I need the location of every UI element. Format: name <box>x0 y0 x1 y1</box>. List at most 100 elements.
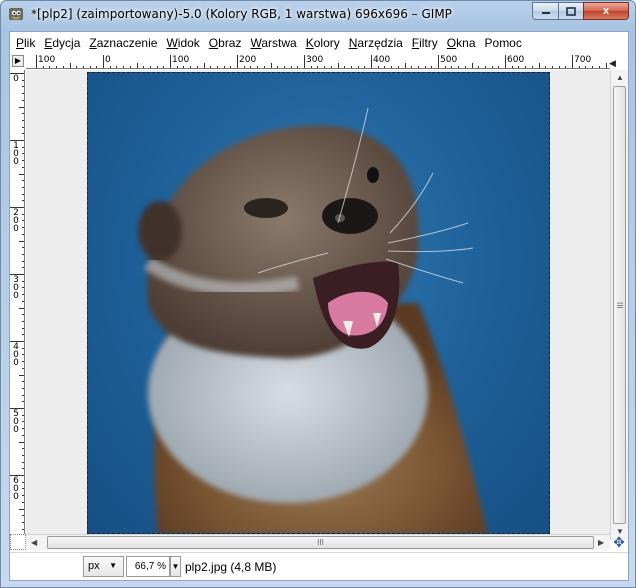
image-menu-button[interactable]: ▶ <box>12 55 24 67</box>
ruler-minor-tick <box>19 441 24 443</box>
ruler-minor-tick <box>22 113 24 115</box>
horizontal-scrollbar[interactable]: ◀ III ▶ <box>26 534 610 550</box>
ruler-label: 300 <box>306 55 324 65</box>
maximize-button[interactable] <box>558 2 584 20</box>
ruler-minor-tick <box>42 66 44 68</box>
vertical-ruler[interactable]: 0 100 200 300 400 500 600 <box>10 70 25 540</box>
gimp-window: *[plp2] (zaimportowany)-5.0 (Kolory RGB,… <box>0 0 636 588</box>
vertical-scroll-thumb[interactable]: III <box>613 86 626 524</box>
minimize-icon <box>541 12 550 14</box>
ruler-minor-tick <box>585 66 587 68</box>
ruler-minor-tick <box>310 66 312 68</box>
navigate-button[interactable]: ✥ <box>610 534 628 550</box>
ruler-minor-tick <box>22 233 24 235</box>
ruler-minor-tick <box>337 63 339 68</box>
ruler-minor-tick <box>22 294 24 296</box>
ruler-minor-tick <box>22 200 24 202</box>
menu-plik[interactable]: Plik <box>16 36 35 50</box>
ruler-minor-tick <box>69 63 71 68</box>
ruler-minor-tick <box>49 66 51 68</box>
ruler-minor-tick <box>565 66 567 68</box>
ruler-minor-tick <box>109 66 111 68</box>
ruler-minor-tick <box>19 307 24 309</box>
close-icon: x <box>602 5 610 17</box>
ruler-minor-tick <box>451 66 453 68</box>
ruler-minor-tick <box>317 66 319 68</box>
otter-photo <box>138 107 488 533</box>
ruler-label: 200 <box>239 55 257 65</box>
triangle-right-icon: ▶ <box>14 56 22 65</box>
ruler-minor-tick <box>22 327 24 329</box>
ruler-minor-tick <box>22 367 24 369</box>
quick-mask-toggle[interactable] <box>10 534 26 550</box>
ruler-minor-tick <box>22 421 24 423</box>
canvas-area[interactable] <box>26 70 610 540</box>
ruler-label: 400 <box>373 55 391 65</box>
ruler-minor-tick <box>263 66 265 68</box>
ruler-minor-tick <box>357 66 359 68</box>
ruler-minor-tick <box>19 173 24 175</box>
ruler-label: 500 <box>440 55 458 65</box>
ruler-minor-tick <box>22 314 24 316</box>
ruler-minor-tick <box>22 99 24 101</box>
menu-kolory[interactable]: Kolory <box>306 36 340 50</box>
ruler-label: 600 <box>507 55 525 65</box>
horizontal-ruler[interactable]: 100 0 100 200 300 400 500 600 700 <box>26 55 610 69</box>
minimize-button[interactable] <box>532 2 559 20</box>
ruler-minor-tick <box>156 66 158 68</box>
menu-warstwa[interactable]: Warstwa <box>250 36 296 50</box>
ruler-minor-tick <box>22 387 24 389</box>
ruler-label: 100 <box>38 55 56 65</box>
menu-narzedzia[interactable]: Narzędzia <box>349 36 403 50</box>
zoom-input[interactable]: 66,7 % <box>126 556 170 577</box>
ruler-major-tick <box>572 55 573 68</box>
menu-obraz[interactable]: Obraz <box>209 36 242 50</box>
ruler-minor-tick <box>216 66 218 68</box>
title-bar[interactable]: *[plp2] (zaimportowany)-5.0 (Kolory RGB,… <box>1 1 636 29</box>
menu-edycja[interactable]: Edycja <box>44 36 80 50</box>
horizontal-scroll-thumb[interactable]: III <box>47 536 594 549</box>
ruler-minor-tick <box>22 521 24 523</box>
ruler-minor-tick <box>223 66 225 68</box>
ruler-minor-tick <box>558 66 560 68</box>
ruler-minor-tick <box>324 66 326 68</box>
ruler-minor-tick <box>297 66 299 68</box>
ruler-minor-tick <box>22 267 24 269</box>
ruler-minor-tick <box>123 66 125 68</box>
ruler-minor-tick <box>190 66 192 68</box>
ruler-minor-tick <box>22 287 24 289</box>
ruler-label: 100 <box>172 55 190 65</box>
ruler-minor-tick <box>22 186 24 188</box>
menu-pomoc[interactable]: Pomoc <box>485 36 522 50</box>
ruler-label: 400 <box>13 342 19 368</box>
ruler-major-tick <box>505 55 506 68</box>
menu-zaznaczenie[interactable]: Zaznaczenie <box>89 36 157 50</box>
zoom-dropdown-button[interactable]: ▼ <box>170 556 181 577</box>
close-button[interactable]: x <box>583 2 629 20</box>
ruler-minor-tick <box>82 66 84 68</box>
image-canvas[interactable] <box>87 72 550 534</box>
ruler-minor-tick <box>377 66 379 68</box>
ruler-minor-tick <box>538 63 540 68</box>
ruler-label: 100 <box>13 141 19 167</box>
ruler-minor-tick <box>22 414 24 416</box>
ruler-minor-tick <box>230 66 232 68</box>
ruler-minor-tick <box>22 394 24 396</box>
menu-filtry[interactable]: Filtry <box>412 36 438 50</box>
scroll-right-icon[interactable]: ▶ <box>598 538 604 547</box>
ruler-minor-tick <box>22 300 24 302</box>
vertical-scrollbar[interactable]: ▲ III ▼ <box>610 70 628 540</box>
ruler-major-tick <box>371 55 372 68</box>
ruler-minor-tick <box>183 66 185 68</box>
ruler-minor-tick <box>22 528 24 530</box>
scroll-left-icon[interactable]: ◀ <box>31 538 37 547</box>
ruler-minor-tick <box>22 495 24 497</box>
scroll-up-icon[interactable]: ▲ <box>616 73 624 82</box>
ruler-minor-tick <box>578 66 580 68</box>
unit-select[interactable]: px ▼ <box>83 556 124 577</box>
ruler-minor-tick <box>22 166 24 168</box>
menu-okna[interactable]: Okna <box>447 36 476 50</box>
menu-widok[interactable]: Widok <box>166 36 199 50</box>
ruler-minor-tick <box>22 133 24 135</box>
ruler-minor-tick <box>384 66 386 68</box>
